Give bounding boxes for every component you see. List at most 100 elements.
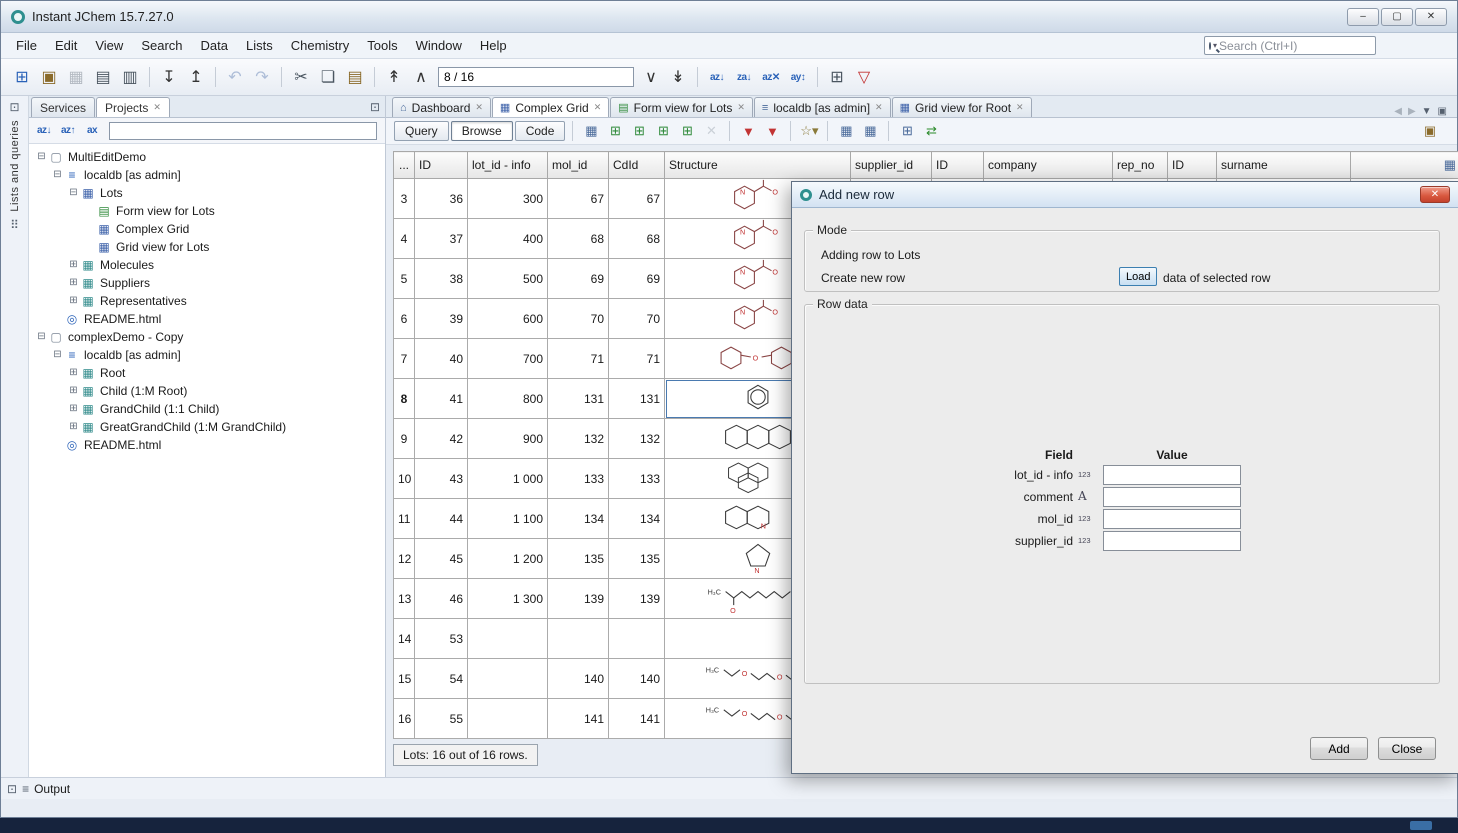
close-button[interactable]: ✕ bbox=[1415, 8, 1447, 26]
field-input-lot-id-info[interactable] bbox=[1103, 465, 1241, 485]
copy-icon[interactable]: ❏ bbox=[315, 65, 341, 89]
expander-icon[interactable]: ⊟ bbox=[35, 148, 48, 166]
cell-cdid-row-9[interactable]: 132 bbox=[609, 419, 665, 459]
sort-by-type-icon[interactable]: az↑ bbox=[57, 121, 79, 141]
tree-node-grandchild-1-1-child[interactable]: ⊞▦GrandChild (1:1 Child) bbox=[29, 400, 385, 418]
tree-node-suppliers[interactable]: ⊞▦Suppliers bbox=[29, 274, 385, 292]
tree-node-lots[interactable]: ⊟▦Lots bbox=[29, 184, 385, 202]
cell-cdid-row-7[interactable]: 71 bbox=[609, 339, 665, 379]
cell-mol-row-6[interactable]: 70 bbox=[548, 299, 609, 339]
column-header-mol[interactable]: mol_id bbox=[548, 152, 609, 179]
lists-and-queries-tab[interactable]: Lists and queries bbox=[9, 120, 21, 212]
cell-lot-row-13[interactable]: 1 300 bbox=[468, 579, 548, 619]
reload-data-icon[interactable]: ⇄ bbox=[920, 121, 942, 141]
clear-filter-icon[interactable]: ▽ bbox=[851, 65, 877, 89]
tree-node-readme-html[interactable]: ◎README.html bbox=[29, 310, 385, 328]
taskbar-item[interactable] bbox=[1410, 821, 1432, 830]
tree-node-complex-grid[interactable]: ▦Complex Grid bbox=[29, 220, 385, 238]
cell-lot-row-15[interactable] bbox=[468, 659, 548, 699]
menu-data[interactable]: Data bbox=[192, 34, 237, 57]
sort-ascending-icon[interactable]: az↓ bbox=[704, 65, 730, 89]
expander-icon[interactable]: ⊟ bbox=[51, 166, 64, 184]
menu-view[interactable]: View bbox=[86, 34, 132, 57]
field-input-supplier-id[interactable] bbox=[1103, 531, 1241, 551]
menu-help[interactable]: Help bbox=[471, 34, 516, 57]
row-header-14[interactable]: 14 bbox=[394, 619, 415, 659]
tab-localdb-as-admin[interactable]: ≡localdb [as admin]✕ bbox=[754, 97, 891, 117]
load-button[interactable]: Load bbox=[1119, 267, 1157, 286]
cell-id-row-10[interactable]: 43 bbox=[415, 459, 468, 499]
last-record-icon[interactable]: ↡ bbox=[665, 65, 691, 89]
cell-cdid-row-3[interactable]: 67 bbox=[609, 179, 665, 219]
code-mode-button[interactable]: Code bbox=[515, 121, 566, 141]
edit-filter-icon[interactable]: ▼ bbox=[761, 121, 783, 141]
cell-id-row-13[interactable]: 46 bbox=[415, 579, 468, 619]
cell-cdid-row-6[interactable]: 70 bbox=[609, 299, 665, 339]
cell-mol-row-5[interactable]: 69 bbox=[548, 259, 609, 299]
cell-cdid-row-5[interactable]: 69 bbox=[609, 259, 665, 299]
tab-complex-grid[interactable]: ▦Complex Grid✕ bbox=[492, 97, 609, 117]
row-header-15[interactable]: 15 bbox=[394, 659, 415, 699]
close-tab-icon[interactable]: ✕ bbox=[1016, 102, 1024, 113]
tab-grid-view-for-root[interactable]: ▦Grid view for Root✕ bbox=[892, 97, 1032, 117]
expander-icon[interactable]: ⊞ bbox=[67, 256, 80, 274]
row-header-9[interactable]: 9 bbox=[394, 419, 415, 459]
cell-mol-row-10[interactable]: 133 bbox=[548, 459, 609, 499]
cell-id-row-14[interactable]: 53 bbox=[415, 619, 468, 659]
add-button[interactable]: Add bbox=[1310, 737, 1368, 760]
cell-mol-row-7[interactable]: 71 bbox=[548, 339, 609, 379]
titlebar[interactable]: Instant JChem 15.7.27.0 ‒▢✕ bbox=[1, 1, 1457, 33]
cell-mol-row-4[interactable]: 68 bbox=[548, 219, 609, 259]
tree-node-greatgrandchild-1-m-grandchild[interactable]: ⊞▦GreatGrandChild (1:M GrandChild) bbox=[29, 418, 385, 436]
expander-icon[interactable]: ⊞ bbox=[67, 382, 80, 400]
export-file-icon[interactable]: ↥ bbox=[183, 65, 209, 89]
cell-lot-row-12[interactable]: 1 200 bbox=[468, 539, 548, 579]
column-header-structure[interactable]: Structure bbox=[665, 152, 851, 179]
row-header-12[interactable]: 12 bbox=[394, 539, 415, 579]
cell-id-row-11[interactable]: 44 bbox=[415, 499, 468, 539]
cell-mol-row-3[interactable]: 67 bbox=[548, 179, 609, 219]
cell-lot-row-5[interactable]: 500 bbox=[468, 259, 548, 299]
restore-group-icon[interactable]: ⊡ bbox=[7, 782, 17, 796]
tab-list-dropdown-icon[interactable]: ▼ bbox=[1422, 106, 1432, 117]
clear-tree-sort-icon[interactable]: ax bbox=[81, 121, 103, 141]
cell-lot-row-8[interactable]: 800 bbox=[468, 379, 548, 419]
delete-row-icon[interactable]: ✕ bbox=[700, 121, 722, 141]
tree-node-localdb-as-admin[interactable]: ⊟≡localdb [as admin] bbox=[29, 166, 385, 184]
schema-editor-icon[interactable]: ⊞ bbox=[896, 121, 918, 141]
expander-icon[interactable]: ⊞ bbox=[67, 364, 80, 382]
cell-mol-row-13[interactable]: 139 bbox=[548, 579, 609, 619]
row-header-3[interactable]: 3 bbox=[394, 179, 415, 219]
field-input-mol-id[interactable] bbox=[1103, 509, 1241, 529]
cell-mol-row-12[interactable]: 135 bbox=[548, 539, 609, 579]
tree-node-multieditdemo[interactable]: ⊟▢MultiEditDemo bbox=[29, 148, 385, 166]
scroll-tabs-right-icon[interactable]: ▶ bbox=[1408, 106, 1416, 117]
close-tab-icon[interactable]: ✕ bbox=[475, 102, 483, 113]
close-tab-icon[interactable]: ✕ bbox=[737, 102, 745, 113]
cell-cdid-row-4[interactable]: 68 bbox=[609, 219, 665, 259]
cell-cdid-row-8[interactable]: 131 bbox=[609, 379, 665, 419]
cell-lot-row-4[interactable]: 400 bbox=[468, 219, 548, 259]
cell-mol-row-8[interactable]: 131 bbox=[548, 379, 609, 419]
close-tab-icon[interactable]: ✕ bbox=[875, 102, 883, 113]
cell-lot-row-16[interactable] bbox=[468, 699, 548, 739]
menu-file[interactable]: File bbox=[7, 34, 46, 57]
add-row-icon[interactable]: ⊞ bbox=[604, 121, 626, 141]
tab-form-view-for-lots[interactable]: ▤Form view for Lots✕ bbox=[610, 97, 753, 117]
sort-by-name-icon[interactable]: az↓ bbox=[33, 121, 55, 141]
cut-icon[interactable]: ✂ bbox=[288, 65, 314, 89]
dock-window-icon[interactable]: ⊡ bbox=[9, 100, 19, 114]
add-row-multi-icon[interactable]: ⊞ bbox=[628, 121, 650, 141]
scroll-tabs-left-icon[interactable]: ◀ bbox=[1394, 106, 1402, 117]
sort-descending-icon[interactable]: za↓ bbox=[731, 65, 757, 89]
menu-search[interactable]: Search bbox=[132, 34, 191, 57]
cell-id-row-16[interactable]: 55 bbox=[415, 699, 468, 739]
expander-icon[interactable]: ⊞ bbox=[67, 292, 80, 310]
close-tab-icon[interactable]: ✕ bbox=[153, 102, 161, 113]
menu-edit[interactable]: Edit bbox=[46, 34, 86, 57]
column-header-company[interactable]: company bbox=[984, 152, 1113, 179]
print-icon[interactable]: ▤ bbox=[90, 65, 116, 89]
expander-icon[interactable]: ⊞ bbox=[67, 400, 80, 418]
close-button[interactable]: Close bbox=[1378, 737, 1436, 760]
row-header-13[interactable]: 13 bbox=[394, 579, 415, 619]
